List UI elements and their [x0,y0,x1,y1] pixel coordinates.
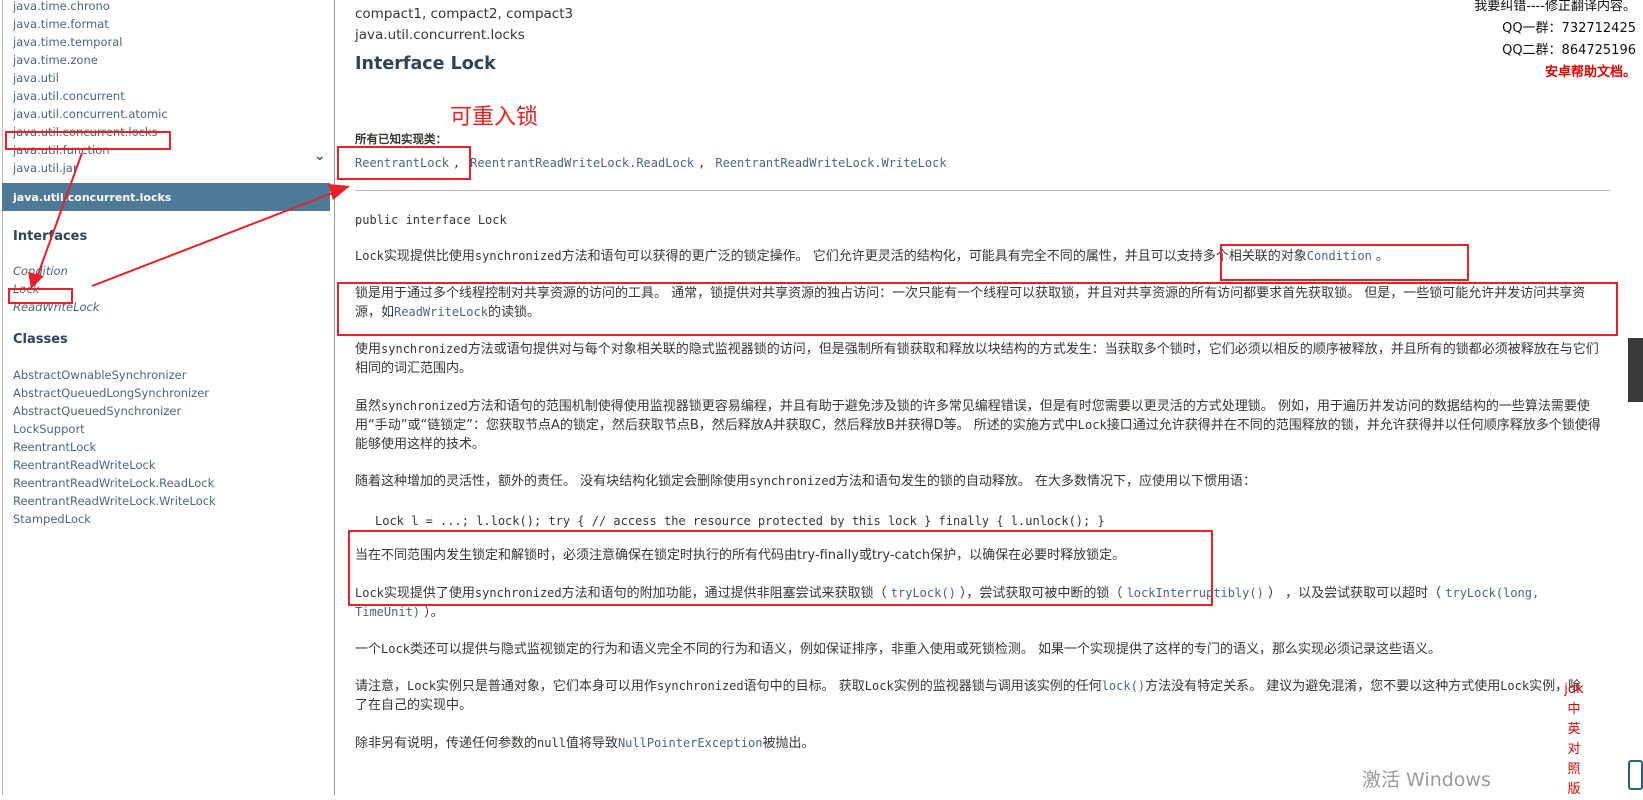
side-label-char: 对 [1567,742,1581,757]
scrollbar-thumb[interactable] [1628,338,1643,402]
annotation-arrows [28,152,350,289]
arrow-head-lock [28,272,44,289]
side-label-char: 英 [1567,722,1581,737]
arrow-line-to-reentrantlock [91,191,336,287]
side-label-char: jdk [1564,682,1584,697]
side-vertical-label: jdk 中英对照版 [1564,680,1584,800]
side-label-char: 照 [1567,762,1581,777]
arrow-line-to-lock [35,152,83,281]
corner-widget-icon[interactable] [1628,760,1643,790]
side-label-char: 版 [1567,782,1581,797]
side-label-char: 中 [1567,702,1581,717]
windows-activation-watermark: 激活 Windows [1362,769,1491,791]
arrow-head-reentrantlock [328,184,350,200]
